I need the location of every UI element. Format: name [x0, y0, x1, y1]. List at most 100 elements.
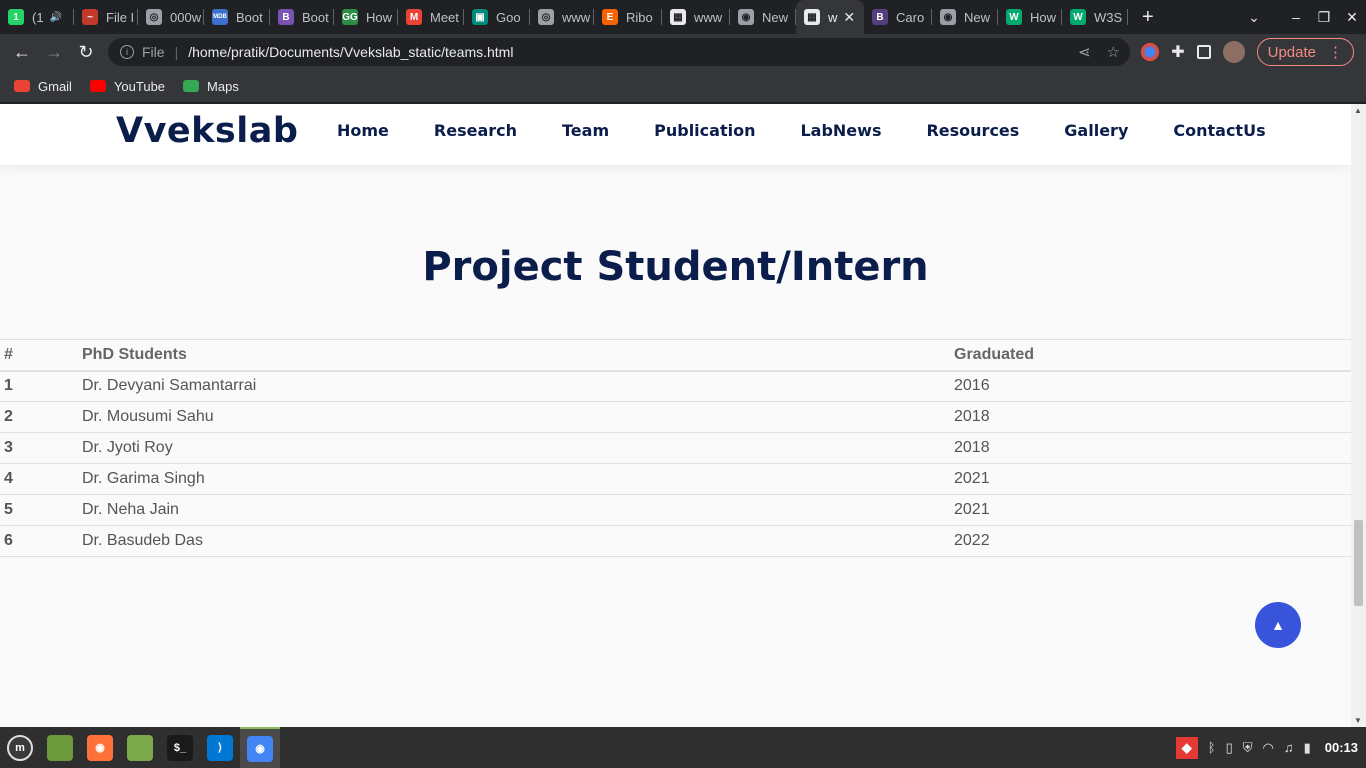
address-bar[interactable]: i File | /home/pratik/Documents/Vvekslab… — [108, 38, 1130, 66]
w3-icon: W — [1006, 9, 1022, 25]
nav-contactus[interactable]: ContactUs — [1173, 121, 1265, 140]
etsy-icon: E — [602, 9, 618, 25]
tab-search-icon[interactable]: ⌄ — [1240, 9, 1268, 26]
scrollbar-thumb[interactable] — [1354, 520, 1363, 606]
clock[interactable]: 00:13 — [1325, 740, 1358, 755]
browser-tab[interactable]: M Meet — [398, 0, 464, 34]
browser-tab[interactable]: ▣ Goo — [464, 0, 530, 34]
nav-research[interactable]: Research — [434, 121, 517, 140]
browser-tab[interactable]: ◎ 000w — [138, 0, 204, 34]
new-tab-icon[interactable]: + — [1142, 6, 1154, 29]
forward-icon[interactable]: → — [38, 42, 70, 63]
tab-label: Goo — [496, 9, 521, 25]
bookmark-star-icon[interactable]: ☆ — [1107, 43, 1120, 61]
site-logo[interactable]: Vvekslab — [116, 111, 298, 151]
taskbar-app[interactable]: m — [0, 727, 40, 768]
browser-tab[interactable]: 1 (1 🔊 — [0, 0, 74, 34]
browser-tab[interactable]: ◉ New — [730, 0, 796, 34]
scroll-to-top-button[interactable]: ▲ — [1255, 602, 1301, 648]
browser-tab[interactable]: MDB Boot — [204, 0, 270, 34]
taskbar-app[interactable]: ◉ — [240, 727, 280, 768]
nav-team[interactable]: Team — [562, 121, 609, 140]
mint-menu-icon: m — [7, 734, 33, 761]
nav-home[interactable]: Home — [337, 121, 389, 140]
section-title: Project Student/Intern — [422, 244, 929, 290]
tab-list: 1 (1 🔊 ~ File I ◎ 000w MDB Boot B Boot GG How M Meet ▣ G… — [0, 0, 1128, 34]
bookmark-youtube[interactable]: YouTube — [89, 79, 165, 94]
files-icon — [127, 734, 153, 761]
minimize-icon[interactable]: – — [1282, 9, 1310, 25]
bookmark-maps[interactable]: Maps — [183, 79, 239, 94]
browser-tab[interactable]: ~ File I — [74, 0, 138, 34]
browser-tab[interactable]: E Ribo — [594, 0, 662, 34]
clipboard-icon[interactable]: ▯ — [1226, 740, 1233, 756]
tab-label: w — [828, 9, 838, 25]
bookmark-label: Gmail — [38, 78, 72, 94]
url-text[interactable]: /home/pratik/Documents/Vvekslab_static/t… — [188, 44, 513, 60]
tab-strip: 1 (1 🔊 ~ File I ◎ 000w MDB Boot B Boot GG How M Meet ▣ G… — [0, 0, 1366, 34]
bookmark-gmail[interactable]: Gmail — [14, 79, 72, 94]
firefox-icon: ◉ — [87, 734, 113, 761]
extensions-puzzle-icon[interactable]: ✚ — [1171, 42, 1184, 62]
browser-tab[interactable]: B Boot — [270, 0, 334, 34]
taskbar-app[interactable]: $_ — [160, 727, 200, 768]
reload-icon[interactable]: ↻ — [70, 42, 102, 63]
info-icon[interactable]: i — [120, 45, 134, 59]
browser-tab[interactable]: W W3S — [1062, 0, 1128, 34]
terminal-icon: $_ — [167, 734, 193, 761]
globe-icon: ◎ — [538, 9, 554, 25]
geeksforgeeks-icon: GG — [342, 9, 358, 25]
taskbar-app[interactable] — [40, 727, 80, 768]
nav-gallery[interactable]: Gallery — [1064, 121, 1128, 140]
taskbar-apps: m ◉ $_ ⟩ ◉ — [0, 727, 280, 768]
browser-tab[interactable]: W How — [998, 0, 1062, 34]
audio-icon[interactable]: 🔊 — [50, 12, 62, 23]
close-window-icon[interactable]: ✕ — [1338, 9, 1366, 26]
whatsapp-icon: 1 — [8, 9, 24, 25]
browser-tab[interactable]: ▦ w ✕ — [796, 0, 864, 34]
row-index: 2 — [0, 401, 82, 433]
browser-tab[interactable]: B Caro — [864, 0, 932, 34]
scroll-down-icon[interactable]: ▼ — [1354, 716, 1362, 725]
taskbar-app[interactable]: ◉ — [80, 727, 120, 768]
browser-tab[interactable]: ◉ New — [932, 0, 998, 34]
students-table: # PhD Students Graduated 1 Dr. Devyani Sa… — [0, 339, 1351, 557]
wifi-icon[interactable]: ◠ — [1263, 740, 1274, 756]
page-scrollbar[interactable]: ▲ ▼ — [1351, 104, 1366, 727]
battery-icon[interactable]: ▮ — [1304, 740, 1311, 756]
tab-label: New — [762, 9, 789, 25]
restore-icon[interactable]: ❐ — [1310, 9, 1338, 26]
bluetooth-icon[interactable]: ᛒ — [1208, 740, 1216, 755]
file-icon: ~ — [82, 9, 98, 25]
nav-resources[interactable]: Resources — [926, 121, 1019, 140]
nav-labnews[interactable]: LabNews — [800, 121, 881, 140]
music-icon[interactable]: ♫ — [1284, 740, 1294, 755]
side-panel-icon[interactable] — [1196, 45, 1211, 59]
close-tab-icon[interactable]: ✕ — [843, 9, 855, 26]
profile-avatar[interactable] — [1222, 41, 1245, 63]
browser-tab[interactable]: ◎ www — [530, 0, 594, 34]
extension-color-icon[interactable] — [1141, 43, 1160, 61]
row-index: 3 — [0, 432, 82, 464]
share-icon[interactable]: ⋖ — [1078, 43, 1091, 61]
desktop-icon — [47, 734, 73, 761]
chrome-icon: ◉ — [940, 9, 956, 25]
row-index: 6 — [0, 525, 82, 557]
update-button[interactable]: Update ⋮ — [1256, 38, 1354, 66]
browser-tab[interactable]: ▦ www — [662, 0, 730, 34]
taskbar-app[interactable] — [120, 727, 160, 768]
browser-tab[interactable]: GG How — [334, 0, 398, 34]
taskbar-app[interactable]: ⟩ — [200, 727, 240, 768]
omnibox-actions: ⋖ ☆ — [1078, 43, 1120, 61]
bookmarks-bar: Gmail YouTube Maps — [0, 70, 1366, 103]
back-icon[interactable]: ← — [6, 42, 38, 63]
tab-label: How — [366, 9, 393, 25]
shield-icon[interactable]: ⛨ — [1243, 740, 1253, 756]
site-header: Vvekslab Home Research Team Publication LabN… — [0, 104, 1351, 165]
graduation-year: 2022 — [954, 525, 1351, 557]
student-name: Dr. Devyani Samantarrai — [82, 370, 954, 402]
anydesk-icon[interactable]: ◆ — [1175, 736, 1198, 759]
nav-publication[interactable]: Publication — [654, 121, 755, 140]
scroll-up-icon[interactable]: ▲ — [1354, 106, 1362, 115]
more-menu-icon[interactable]: ⋮ — [1328, 43, 1343, 61]
